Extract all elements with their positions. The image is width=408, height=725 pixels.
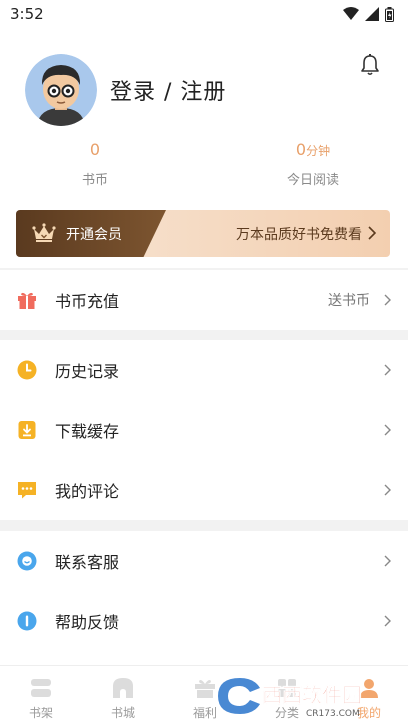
menu-group-records: 历史记录 下载缓存 我的评论 <box>0 340 408 520</box>
status-bar: 3:52 <box>0 0 408 28</box>
coin-value: 0 <box>89 140 101 159</box>
crown-icon <box>32 223 56 242</box>
chevron-right-icon <box>384 484 391 496</box>
wifi-icon <box>343 7 359 20</box>
vip-slogan: 万本品质好书免费看 <box>236 227 362 243</box>
menu-label-comments: 我的评论 <box>55 482 120 501</box>
menu-item-feedback[interactable]: 帮助反馈 <box>0 591 408 651</box>
bookshelf-icon <box>31 679 51 697</box>
watermark-sub: CR173.COM <box>306 709 360 719</box>
menu-item-comments[interactable]: 我的评论 <box>0 460 408 520</box>
chevron-right-icon <box>384 555 391 567</box>
bell-icon[interactable] <box>360 54 380 76</box>
chevron-right-icon <box>368 226 376 240</box>
gift-box-icon <box>18 292 36 309</box>
vip-title: 开通会员 <box>66 227 122 243</box>
menu-item-download[interactable]: 下载缓存 <box>0 400 408 460</box>
reading-label: 今日阅读 <box>286 173 339 188</box>
chevron-right-icon <box>384 364 391 376</box>
menu-extra-recharge: 送书币 <box>328 293 370 309</box>
status-icons <box>343 6 394 22</box>
vip-section: 开通会员 万本品质好书免费看 <box>0 198 408 268</box>
cellular-signal-icon <box>365 7 379 21</box>
profile-header: 登录 / 注册 0 书币 0分钟 今日阅读 <box>0 28 408 198</box>
chevron-right-icon <box>384 424 391 436</box>
menu-label-download: 下载缓存 <box>55 422 120 441</box>
menu-label-feedback: 帮助反馈 <box>55 613 120 632</box>
menu-item-history[interactable]: 历史记录 <box>0 340 408 400</box>
tab-bookshelf[interactable]: 书架 <box>0 666 82 725</box>
watermark-logo: 西西软件园 CR173.COM <box>218 678 362 719</box>
menu-group-recharge: 书币充值 送书币 <box>0 270 408 330</box>
tab-label-bookstore: 书城 <box>110 706 135 720</box>
chevron-right-icon <box>384 615 391 627</box>
vip-banner[interactable]: 开通会员 万本品质好书免费看 <box>16 210 390 257</box>
menu-item-recharge[interactable]: 书币充值 送书币 <box>0 270 408 330</box>
clock-icon <box>17 360 37 380</box>
info-icon <box>17 611 37 631</box>
battery-icon <box>385 6 394 22</box>
coin-label: 书币 <box>81 173 108 188</box>
comment-icon <box>18 482 36 499</box>
bookstore-icon <box>113 678 133 698</box>
status-time: 3:52 <box>10 5 44 23</box>
menu-label-recharge: 书币充值 <box>55 292 120 311</box>
menu-item-service[interactable]: 联系客服 <box>0 531 408 591</box>
login-register-link[interactable]: 登录 / 注册 <box>110 74 226 106</box>
menu-group-support: 联系客服 帮助反馈 <box>0 531 408 665</box>
download-icon <box>18 421 36 439</box>
chevron-right-icon <box>384 294 391 306</box>
watermark-text: 西西软件园 <box>262 683 362 707</box>
customer-service-icon <box>17 551 37 571</box>
tab-label-bookshelf: 书架 <box>28 706 53 720</box>
coin-balance[interactable]: 0 书币 <box>35 140 155 188</box>
reading-unit: 分钟 <box>306 144 331 158</box>
today-reading[interactable]: 0分钟 今日阅读 <box>253 140 373 188</box>
menu-label-history: 历史记录 <box>55 362 120 381</box>
avatar[interactable] <box>25 54 97 126</box>
tab-bookstore[interactable]: 书城 <box>82 666 164 725</box>
reading-value: 0 <box>295 140 307 159</box>
menu-label-service: 联系客服 <box>55 553 120 572</box>
